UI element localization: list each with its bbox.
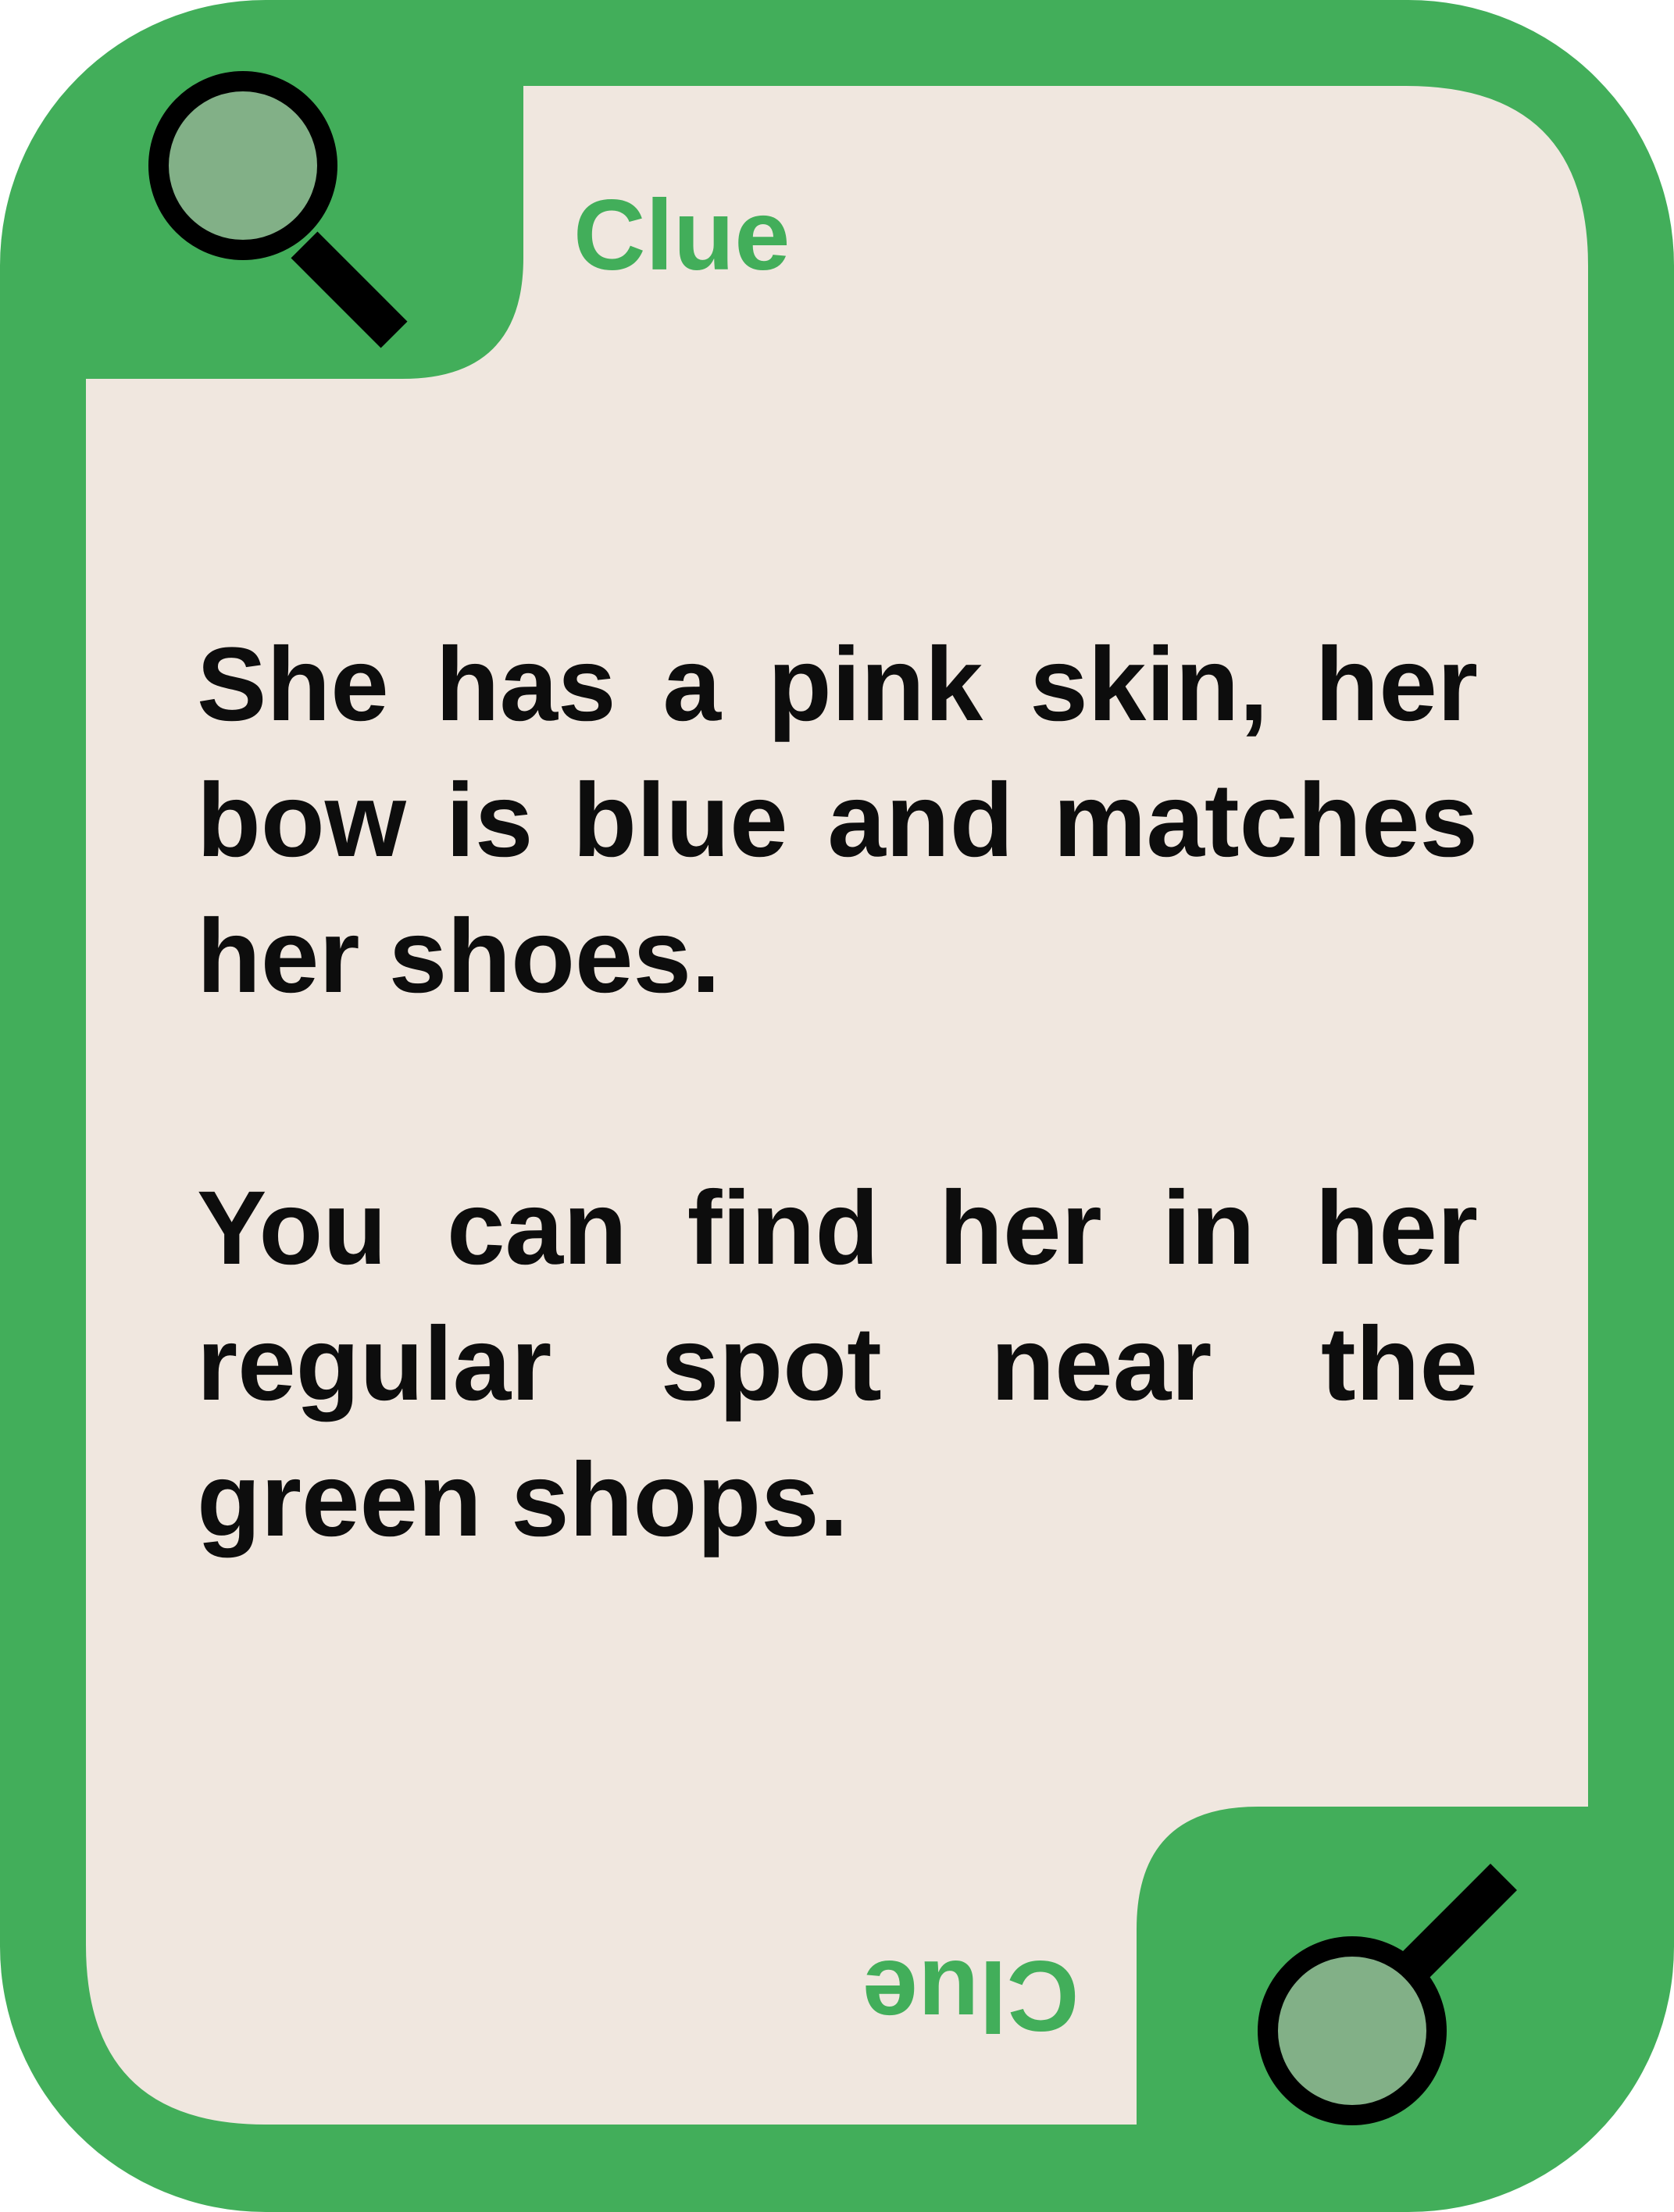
clue-label-bottom: Clue xyxy=(862,1939,1080,2051)
clue-paragraph-location: You can find her in her regular spot nea… xyxy=(197,1170,1478,1558)
clue-label-top: Clue xyxy=(573,180,791,291)
clue-paragraph-description: She has a pink skin, her bow is blue and… xyxy=(197,626,1478,1015)
clue-text: She has a pink skin, her bow is blue and… xyxy=(197,617,1478,1568)
clue-card: Clue Clue She has a pink skin, her bow i… xyxy=(0,0,1674,2212)
